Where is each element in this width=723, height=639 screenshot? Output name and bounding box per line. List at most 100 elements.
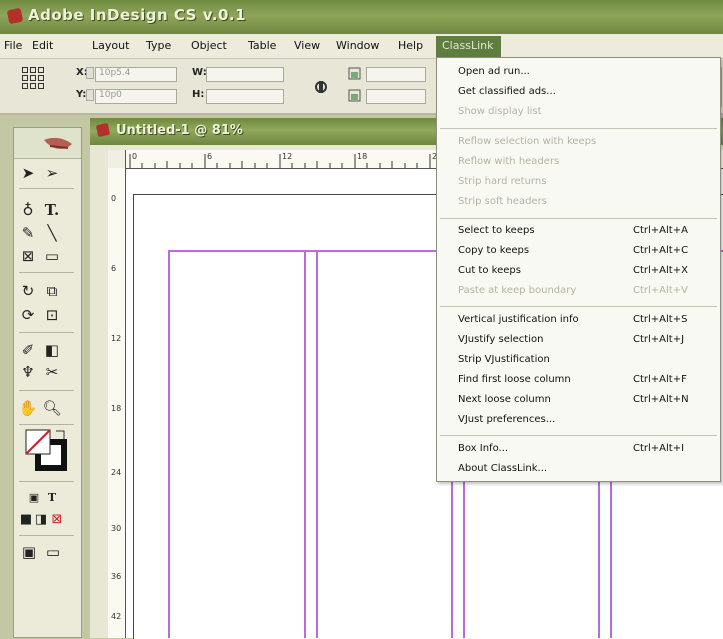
w-field[interactable] [206,67,284,82]
button-tool-icon[interactable]: ♆ [17,362,39,382]
shortcut-select-to-keeps: Ctrl+Alt+A [633,225,688,236]
y-spinner[interactable] [86,89,94,101]
w-label: W: [192,67,207,78]
menu-item-vertical-justification-info[interactable]: Vertical justification info [458,314,579,325]
tools-palette-header[interactable] [14,128,81,159]
menu-item-strip-soft-headers[interactable]: Strip soft headers [458,196,547,207]
constrain-proportions-icon[interactable] [312,79,330,95]
menu-object[interactable]: Object [191,39,227,52]
classlink-dropdown-menu: Open ad run... Get classified ads... Sho… [436,57,721,482]
menu-item-next-loose-column[interactable]: Next loose column [458,394,551,405]
ruler-v-label: 12 [111,334,122,343]
shear-tool-icon[interactable]: ⟳ [17,305,39,325]
pencil-tool-icon[interactable]: ✎ [17,223,39,243]
document-title: Untitled-1 @ 81% [116,123,243,138]
ruler-origin[interactable] [108,150,126,169]
ruler-h-label: 12 [282,152,293,161]
ruler-h-label: 0 [132,152,138,161]
menu-type[interactable]: Type [146,39,171,52]
menu-separator [440,306,717,307]
line-tool-icon[interactable]: ╲ [41,223,63,243]
ruler-v-label: 30 [111,524,122,533]
menu-item-paste-at-keep-boundary[interactable]: Paste at keep boundary [458,285,576,296]
ruler-v-label: 42 [111,612,122,621]
rectangle-tool-icon[interactable]: ▭ [41,246,63,266]
zoom-tool-icon[interactable]: 🔍︎ [41,398,63,418]
ruler-h-label: 6 [207,152,213,161]
menu-help[interactable]: Help [398,39,423,52]
menu-item-open-ad-run[interactable]: Open ad run... [458,66,530,77]
scale-y-field[interactable] [366,89,426,104]
scissors-tool-icon[interactable]: ✂ [41,362,63,382]
apply-none-icon[interactable]: ⊠ [46,510,68,530]
ruler-h-label: 18 [357,152,368,161]
shortcut-next-loose-column: Ctrl+Alt+N [633,394,689,405]
scale-x-field[interactable] [366,67,426,82]
menu-item-show-display-list[interactable]: Show display list [458,106,542,117]
reference-point-icon[interactable] [22,67,44,89]
ruler-v-label: 0 [111,194,117,203]
scale-y-icon [348,89,361,102]
menu-item-select-to-keeps[interactable]: Select to keeps [458,225,535,236]
shortcut-paste-at-keep-boundary: Ctrl+Alt+V [633,285,688,296]
scale-tool-icon[interactable]: ⧉ [41,281,63,301]
h-label: H: [192,89,205,100]
menu-classlink[interactable]: ClassLink [436,36,501,57]
menu-file[interactable]: File [4,39,22,52]
direct-selection-tool-icon[interactable]: ➢ [41,163,63,183]
menu-item-reflow-with-headers[interactable]: Reflow with headers [458,156,559,167]
menu-bar: File Edit Layout Type Object Table View … [0,34,723,59]
free-transform-tool-icon[interactable]: ⊡ [41,305,63,325]
menu-item-strip-hard-returns[interactable]: Strip hard returns [458,176,546,187]
margin-guide-left [168,250,170,638]
preview-mode-icon[interactable]: ▭ [42,542,64,562]
menu-item-box-info[interactable]: Box Info... [458,443,508,454]
menu-item-get-classified-ads[interactable]: Get classified ads... [458,86,556,97]
menu-table[interactable]: Table [248,39,276,52]
shortcut-cut-to-keeps: Ctrl+Alt+X [633,265,688,276]
shortcut-find-first-loose-column: Ctrl+Alt+F [633,374,687,385]
menu-view[interactable]: View [294,39,320,52]
menu-edit[interactable]: Edit [32,39,53,52]
shortcut-vertical-justification-info: Ctrl+Alt+S [633,314,688,325]
scale-x-icon [348,67,361,80]
menu-item-vjust-preferences[interactable]: VJust preferences... [458,414,555,425]
menu-item-about-classlink[interactable]: About ClassLink... [458,463,547,474]
formatting-text-icon[interactable]: T [41,488,63,508]
ruler-v-label: 18 [111,404,122,413]
menu-item-copy-to-keeps[interactable]: Copy to keeps [458,245,529,256]
ruler-v-label: 36 [111,572,122,581]
document-logo-icon [95,122,111,138]
h-field[interactable] [206,89,284,104]
shortcut-vjustify-selection: Ctrl+Alt+J [633,334,685,345]
menu-separator [440,218,717,219]
menu-item-reflow-selection[interactable]: Reflow selection with keeps [458,136,596,147]
y-field[interactable]: 10p0 [95,89,177,104]
rectangle-frame-tool-icon[interactable]: ⊠ [17,246,39,266]
type-tool-icon[interactable]: T. [41,200,63,220]
x-field[interactable]: 10p5.4 [95,67,177,82]
selection-tool-icon[interactable]: ➤ [17,163,39,183]
indesign-flower-icon [44,137,72,149]
menu-item-cut-to-keeps[interactable]: Cut to keeps [458,265,521,276]
shortcut-copy-to-keeps: Ctrl+Alt+C [633,245,689,256]
menu-window[interactable]: Window [336,39,379,52]
ruler-v-label: 6 [111,264,117,273]
column-guide [316,250,318,638]
menu-separator [440,435,717,436]
eyedropper-tool-icon[interactable]: ✐ [17,340,39,360]
menu-classlink-label: ClassLink [442,39,494,52]
vertical-ruler[interactable]: 0 6 12 18 24 30 36 42 [108,168,126,638]
indesign-logo-icon [6,7,24,25]
gradient-tool-icon[interactable]: ◧ [41,340,63,360]
menu-item-vjustify-selection[interactable]: VJustify selection [458,334,543,345]
rotate-tool-icon[interactable]: ↻ [17,281,39,301]
normal-view-mode-icon[interactable]: ▣ [18,542,40,562]
hand-tool-icon[interactable]: ✋ [17,398,39,418]
fill-stroke-swatch-icon[interactable] [24,428,68,472]
pen-tool-icon[interactable]: ♁ [17,200,39,220]
menu-item-find-first-loose-column[interactable]: Find first loose column [458,374,571,385]
x-spinner[interactable] [86,67,94,79]
menu-item-strip-vjustification[interactable]: Strip VJustification [458,354,550,365]
menu-layout[interactable]: Layout [92,39,129,52]
